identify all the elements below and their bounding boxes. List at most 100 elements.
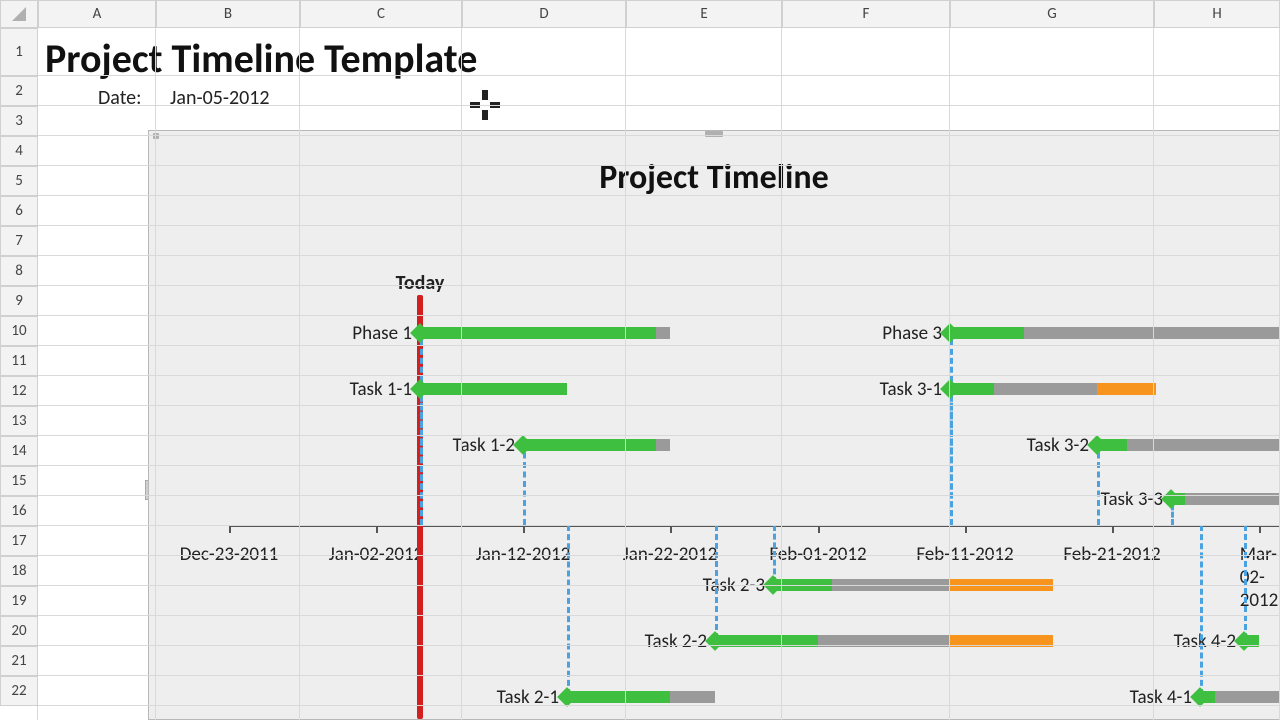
row-header[interactable]: 18 bbox=[0, 556, 38, 586]
gridline bbox=[38, 645, 1280, 646]
task-bar-segment[interactable] bbox=[1024, 327, 1280, 339]
task-dropline bbox=[773, 525, 776, 583]
task-bar-segment[interactable] bbox=[1127, 439, 1280, 451]
task-dropline bbox=[715, 525, 718, 639]
gridline bbox=[38, 585, 1280, 586]
task-dropline bbox=[950, 387, 953, 525]
date-value[interactable]: Jan-05-2012 bbox=[170, 86, 270, 110]
row-header[interactable]: 1 bbox=[0, 28, 38, 76]
task-label: Task 3-2 bbox=[1027, 434, 1097, 457]
gridline bbox=[38, 705, 1280, 706]
row-header[interactable]: 3 bbox=[0, 106, 38, 136]
task-bar-segment[interactable] bbox=[420, 383, 567, 395]
row-header[interactable]: 9 bbox=[0, 286, 38, 316]
axis-tick bbox=[376, 525, 378, 533]
gridline bbox=[38, 285, 1280, 286]
gridline bbox=[38, 495, 1280, 496]
axis-tick bbox=[670, 525, 672, 533]
row-header[interactable]: 5 bbox=[0, 166, 38, 196]
row-header[interactable]: 16 bbox=[0, 496, 38, 526]
gridline bbox=[38, 255, 1280, 256]
task-bar-segment[interactable] bbox=[950, 383, 994, 395]
select-all-corner[interactable] bbox=[0, 0, 38, 28]
task-dropline bbox=[1244, 525, 1247, 639]
task-bar-segment[interactable] bbox=[1097, 383, 1156, 395]
chart-corner-handle[interactable] bbox=[153, 133, 159, 139]
axis-tick bbox=[1259, 525, 1261, 533]
row-header[interactable]: 20 bbox=[0, 616, 38, 646]
gridline bbox=[38, 675, 1280, 676]
gridline bbox=[38, 435, 1280, 436]
gridline bbox=[38, 135, 1280, 136]
row-header[interactable]: 12 bbox=[0, 376, 38, 406]
axis-tick bbox=[1112, 525, 1114, 533]
column-header[interactable]: D bbox=[462, 0, 626, 28]
gridline bbox=[299, 28, 300, 720]
task-label: Task 3-3 bbox=[1101, 488, 1171, 511]
project-timeline-chart[interactable]: Project Timeline Dec-23-2011Jan-02-2012J… bbox=[148, 130, 1280, 720]
task-bar-segment[interactable] bbox=[656, 439, 670, 451]
chart-plot-area: Dec-23-2011Jan-02-2012Jan-12-2012Jan-22-… bbox=[229, 195, 1279, 719]
row-header[interactable]: 4 bbox=[0, 136, 38, 166]
task-bar-segment[interactable] bbox=[656, 327, 670, 339]
task-label: Task 4-2 bbox=[1174, 630, 1244, 653]
task-bar-segment[interactable] bbox=[994, 383, 1097, 395]
column-header[interactable]: B bbox=[156, 0, 300, 28]
task-dropline bbox=[1200, 525, 1203, 695]
task-bar-segment[interactable] bbox=[950, 327, 1024, 339]
gridline bbox=[38, 615, 1280, 616]
gridline bbox=[38, 345, 1280, 346]
chart-title: Project Timeline bbox=[149, 157, 1279, 198]
gridline bbox=[38, 105, 1280, 106]
task-label: Task 1-1 bbox=[350, 378, 420, 401]
row-header[interactable]: 13 bbox=[0, 406, 38, 436]
gridline bbox=[38, 75, 1280, 76]
row-header[interactable]: 2 bbox=[0, 76, 38, 106]
gridline bbox=[625, 28, 626, 720]
row-header[interactable]: 22 bbox=[0, 676, 38, 706]
row-header[interactable]: 6 bbox=[0, 196, 38, 226]
column-header[interactable]: C bbox=[300, 0, 462, 28]
column-header[interactable]: G bbox=[950, 0, 1154, 28]
task-bar-segment[interactable] bbox=[1215, 691, 1280, 703]
task-dropline bbox=[420, 387, 423, 525]
gridline bbox=[38, 555, 1280, 556]
gridline bbox=[461, 28, 462, 720]
row-header[interactable]: 15 bbox=[0, 466, 38, 496]
gridline bbox=[781, 28, 782, 720]
task-bar-segment[interactable] bbox=[567, 691, 670, 703]
task-dropline bbox=[1097, 443, 1100, 525]
gridline bbox=[155, 28, 156, 720]
task-label: Task 3-1 bbox=[880, 378, 950, 401]
row-header[interactable]: 8 bbox=[0, 256, 38, 286]
gridline bbox=[38, 195, 1280, 196]
chart-edge-handle[interactable] bbox=[705, 131, 723, 137]
gridline bbox=[38, 375, 1280, 376]
gridline bbox=[38, 225, 1280, 226]
task-bar-segment[interactable] bbox=[1097, 439, 1127, 451]
gridline bbox=[38, 405, 1280, 406]
row-header[interactable]: 11 bbox=[0, 346, 38, 376]
row-header[interactable]: 7 bbox=[0, 226, 38, 256]
task-dropline bbox=[567, 525, 570, 695]
axis-tick bbox=[818, 525, 820, 533]
axis-tick bbox=[523, 525, 525, 533]
row-header[interactable]: 21 bbox=[0, 646, 38, 676]
task-bar-segment[interactable] bbox=[420, 327, 656, 339]
row-header[interactable]: 10 bbox=[0, 316, 38, 346]
task-label: Task 2-2 bbox=[645, 630, 715, 653]
gridline bbox=[38, 165, 1280, 166]
row-header[interactable]: 17 bbox=[0, 526, 38, 556]
row-header[interactable]: 19 bbox=[0, 586, 38, 616]
column-header[interactable]: A bbox=[38, 0, 156, 28]
column-header[interactable]: H bbox=[1154, 0, 1280, 28]
task-dropline bbox=[523, 443, 526, 525]
column-header[interactable]: E bbox=[626, 0, 782, 28]
task-bar-segment[interactable] bbox=[523, 439, 656, 451]
task-bar-segment[interactable] bbox=[1200, 691, 1215, 703]
task-bar-segment[interactable] bbox=[670, 691, 715, 703]
row-header[interactable]: 14 bbox=[0, 436, 38, 466]
gridline bbox=[38, 315, 1280, 316]
column-header[interactable]: F bbox=[782, 0, 950, 28]
gridline bbox=[1153, 28, 1154, 720]
